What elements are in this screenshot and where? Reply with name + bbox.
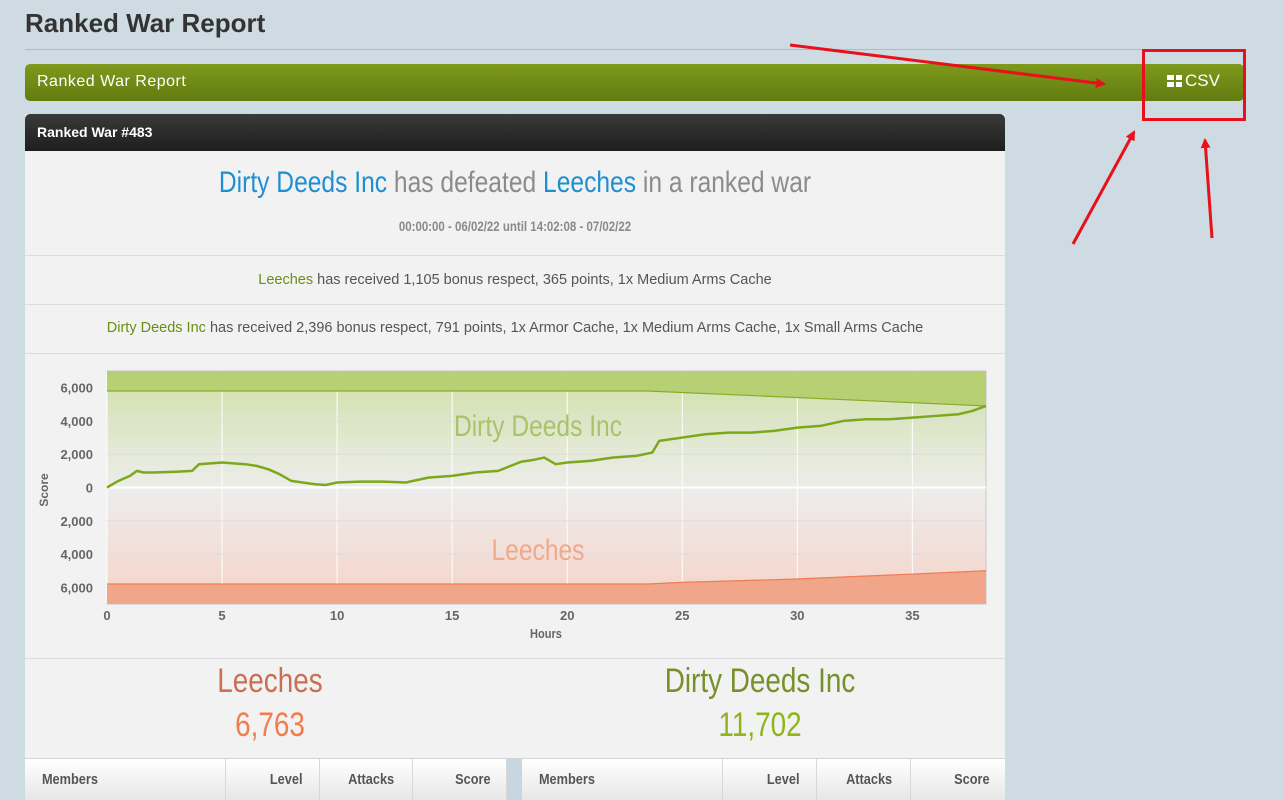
chart-x-tick-label: 35 <box>905 608 919 623</box>
annotation-highlight-box <box>1142 49 1246 121</box>
chart-x-tick-label: 5 <box>218 608 225 623</box>
chart-y-tick-label: 4,000 <box>60 414 93 429</box>
reward-text: has received 1,105 bonus respect, 365 po… <box>317 272 772 288</box>
chart-y-tick-label: 6,000 <box>60 580 93 595</box>
report-bar-title: Ranked War Report <box>37 73 187 90</box>
chart-x-tick-label: 30 <box>790 608 804 623</box>
chart-y-axis-label: Score <box>37 473 51 507</box>
column-header-score[interactable]: Score <box>911 759 1005 800</box>
war-score-chart: 0 5 10 15 20 25 30 35 6,000 4,000 2,000 0 2,000 4,000… <box>37 370 987 641</box>
page-title: Ranked War Report <box>25 8 266 38</box>
table-gap <box>507 759 522 800</box>
date-range: 00:00:00 - 06/02/22 until 14:02:08 - 07/… <box>398 218 632 234</box>
panel-header: Ranked War #483 <box>25 114 1005 151</box>
column-header-level[interactable]: Level <box>226 759 320 800</box>
chart-y-tick-label: 4,000 <box>60 547 93 562</box>
war-text: in a ranked war <box>642 166 812 199</box>
reward-faction-link[interactable]: Dirty Deeds Inc <box>107 320 206 336</box>
column-header-attacks[interactable]: Attacks <box>320 759 413 800</box>
annotation-arrow <box>1071 130 1136 245</box>
title-divider <box>25 49 1244 50</box>
right-faction-score: 11,702 <box>718 706 802 744</box>
ranked-war-panel: Ranked War #483 Dirty Deeds Inc has defe… <box>25 114 1005 800</box>
reward-line: Leeches has received 1,105 bonus respect… <box>25 272 1005 288</box>
reward-text: has received 2,396 bonus respect, 791 po… <box>209 320 924 336</box>
chart-y-tick-label: 6,000 <box>60 381 93 396</box>
members-table-header: Members Level Attacks Score Members Leve… <box>25 758 1005 800</box>
chart-x-tick-label: 15 <box>445 608 459 623</box>
chart-x-tick-label: 0 <box>103 608 110 623</box>
column-header-attacks[interactable]: Attacks <box>817 759 911 800</box>
left-faction-name[interactable]: Leeches <box>69 662 471 701</box>
report-bar: Ranked War Report CSV <box>25 64 1244 101</box>
loser-faction-link[interactable]: Leeches <box>543 166 636 199</box>
column-header-members[interactable]: Members <box>522 759 723 800</box>
column-header-score[interactable]: Score <box>413 759 507 800</box>
column-header-members[interactable]: Members <box>25 759 226 800</box>
annotation-arrow <box>1200 138 1214 239</box>
reward-faction-link[interactable]: Leeches <box>258 272 313 288</box>
chart-y-tick-label: 2,000 <box>60 514 93 529</box>
winner-faction-link[interactable]: Dirty Deeds Inc <box>219 166 387 199</box>
defeat-text: has defeated <box>393 166 537 199</box>
right-faction-name[interactable]: Dirty Deeds Inc <box>559 662 961 701</box>
chart-area-label-top: Dirty Deeds Inc <box>454 409 622 443</box>
chart-y-tick-label: 2,000 <box>60 447 93 462</box>
divider <box>25 658 1005 659</box>
chart-x-tick-label: 10 <box>330 608 344 623</box>
column-header-level[interactable]: Level <box>723 759 817 800</box>
war-headline: Dirty Deeds Inc has defeated Leeches in … <box>113 166 917 200</box>
chart-x-tick-label: 20 <box>560 608 574 623</box>
divider <box>25 304 1005 305</box>
chart-x-tick-label: 25 <box>675 608 689 623</box>
left-faction-score: 6,763 <box>235 706 305 744</box>
chart-area-label-bottom: Leeches <box>492 533 585 567</box>
divider <box>25 255 1005 256</box>
chart-y-tick-label: 0 <box>86 481 93 496</box>
chart-x-axis-label: Hours <box>530 626 562 641</box>
reward-line: Dirty Deeds Inc has received 2,396 bonus… <box>25 320 1005 336</box>
